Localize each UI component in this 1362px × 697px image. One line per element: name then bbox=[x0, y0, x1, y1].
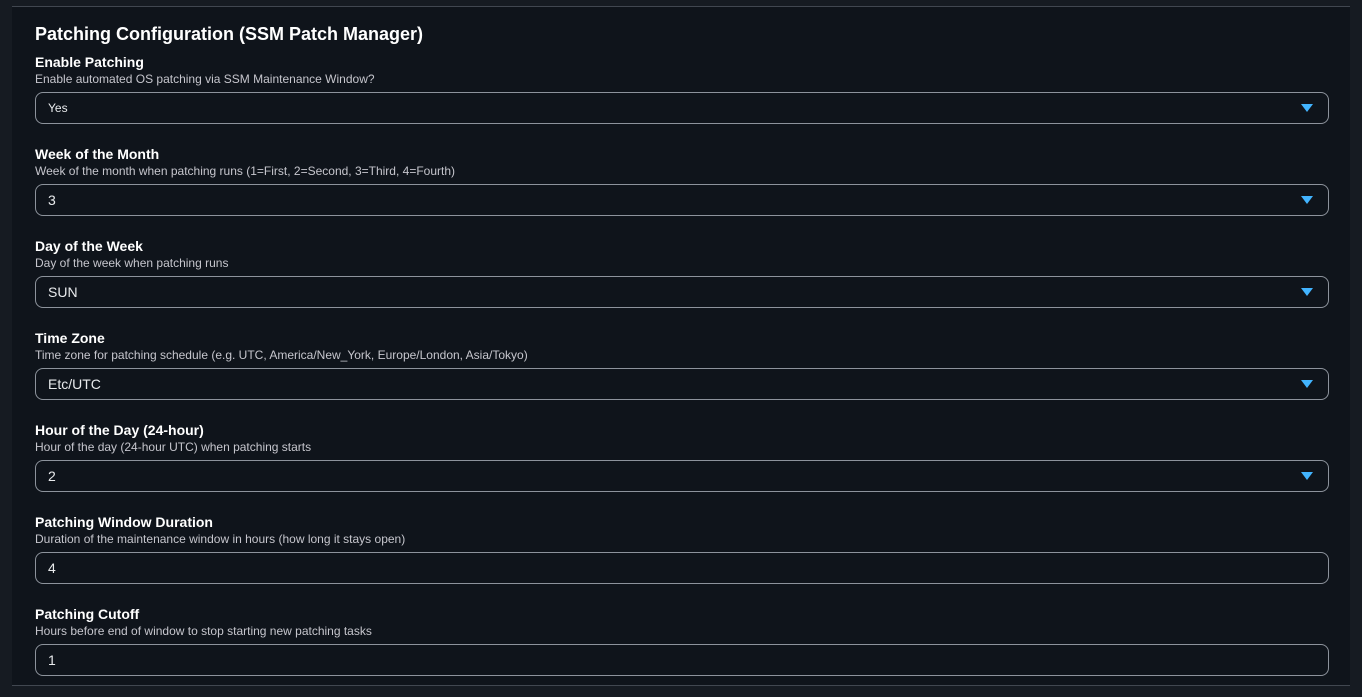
day-of-week-label: Day of the Week bbox=[35, 238, 143, 254]
enable-patching-label: Enable Patching bbox=[35, 54, 144, 70]
hour-of-day-value: 2 bbox=[48, 468, 56, 484]
caret-down-icon bbox=[1301, 380, 1313, 388]
hour-of-day-field: Hour of the Day (24-hour) Hour of the da… bbox=[35, 422, 1329, 492]
caret-down-icon bbox=[1301, 288, 1313, 296]
week-of-month-description: Week of the month when patching runs (1=… bbox=[35, 164, 456, 178]
time-zone-select[interactable]: Etc/UTC bbox=[35, 368, 1329, 400]
day-of-week-description: Day of the week when patching runs bbox=[35, 256, 229, 270]
patching-cutoff-value: 1 bbox=[48, 652, 56, 668]
enable-patching-field: Enable Patching Enable automated OS patc… bbox=[35, 54, 1329, 124]
patching-cutoff-label: Patching Cutoff bbox=[35, 606, 140, 622]
time-zone-description: Time zone for patching schedule (e.g. UT… bbox=[35, 348, 528, 362]
hour-of-day-select[interactable]: 2 bbox=[35, 460, 1329, 492]
time-zone-field: Time Zone Time zone for patching schedul… bbox=[35, 330, 1329, 400]
hour-of-day-description: Hour of the day (24-hour UTC) when patch… bbox=[35, 440, 312, 454]
window-duration-value: 4 bbox=[48, 560, 56, 576]
caret-down-icon bbox=[1301, 104, 1313, 112]
window-duration-label: Patching Window Duration bbox=[35, 514, 213, 530]
patching-cutoff-field: Patching Cutoff Hours before end of wind… bbox=[35, 606, 1329, 676]
day-of-week-select[interactable]: SUN bbox=[35, 276, 1329, 308]
window-duration-description: Duration of the maintenance window in ho… bbox=[35, 532, 406, 546]
patching-cutoff-description: Hours before end of window to stop start… bbox=[35, 624, 372, 638]
week-of-month-field: Week of the Month Week of the month when… bbox=[35, 146, 1329, 216]
week-of-month-select[interactable]: 3 bbox=[35, 184, 1329, 216]
page: Patching Configuration (SSM Patch Manage… bbox=[0, 0, 1362, 697]
window-duration-field: Patching Window Duration Duration of the… bbox=[35, 514, 1329, 584]
caret-down-icon bbox=[1301, 472, 1313, 480]
week-of-month-value: 3 bbox=[48, 192, 56, 208]
time-zone-label: Time Zone bbox=[35, 330, 105, 346]
enable-patching-select[interactable]: Yes bbox=[35, 92, 1329, 124]
patching-config-panel: Patching Configuration (SSM Patch Manage… bbox=[12, 6, 1350, 686]
patching-cutoff-input[interactable]: 1 bbox=[35, 644, 1329, 676]
time-zone-value: Etc/UTC bbox=[48, 376, 101, 392]
caret-down-icon bbox=[1301, 196, 1313, 204]
week-of-month-label: Week of the Month bbox=[35, 146, 160, 162]
enable-patching-value: Yes bbox=[48, 101, 68, 115]
day-of-week-value: SUN bbox=[48, 284, 78, 300]
enable-patching-description: Enable automated OS patching via SSM Mai… bbox=[35, 72, 375, 86]
section-title: Patching Configuration (SSM Patch Manage… bbox=[35, 24, 424, 44]
window-duration-input[interactable]: 4 bbox=[35, 552, 1329, 584]
day-of-week-field: Day of the Week Day of the week when pat… bbox=[35, 238, 1329, 308]
hour-of-day-label: Hour of the Day (24-hour) bbox=[35, 422, 204, 438]
